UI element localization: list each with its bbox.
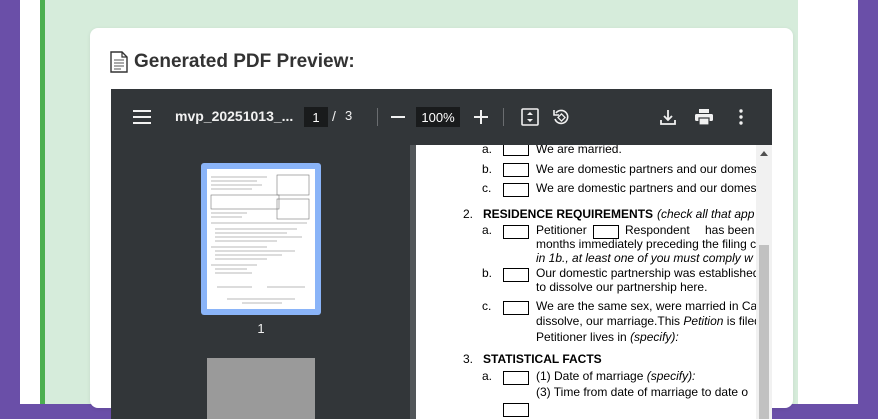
print-button[interactable] <box>694 107 714 127</box>
thumbnail-form-image <box>210 174 310 304</box>
checkbox[interactable] <box>503 225 529 239</box>
page-number-input[interactable]: 1 <box>304 107 328 127</box>
form-text: dissolve, our marriage.This Petition is … <box>536 314 756 328</box>
form-text: We are married. <box>536 145 622 156</box>
document-area: a. We are married. b. We are domestic pa… <box>410 145 772 419</box>
checkbox[interactable] <box>503 268 529 282</box>
zoom-out-button[interactable] <box>388 107 408 127</box>
form-text: We are the same sex, were married in Cal <box>536 299 756 313</box>
thumbnail-page-image <box>207 169 315 309</box>
form-text: We are domestic partners and our domes <box>536 181 756 195</box>
pdf-viewer: mvp_20251013_... 1 / 3 100% 1 a. We are … <box>111 89 772 419</box>
checkbox[interactable] <box>503 163 529 177</box>
checkbox[interactable] <box>503 403 529 417</box>
document-icon <box>110 51 128 73</box>
total-pages: 3 <box>345 108 353 123</box>
pdf-filename: mvp_20251013_... <box>175 108 294 124</box>
pdf-preview-card: Generated PDF Preview: mvp_20251013_... … <box>90 28 793 419</box>
form-text: We are domestic partners and our domes <box>536 162 756 176</box>
zoom-input[interactable]: 100% <box>416 107 460 127</box>
form-text: to dissolve our partnership here. <box>536 280 708 294</box>
checkbox[interactable] <box>503 183 529 197</box>
form-text: in 1b., at least one of you must comply … <box>536 251 753 265</box>
zoom-in-button[interactable] <box>471 107 491 127</box>
thumbnail-sidebar: 1 <box>111 145 410 419</box>
preview-heading: Generated PDF Preview: <box>110 50 355 74</box>
pdf-page: a. We are married. b. We are domestic pa… <box>416 145 756 419</box>
form-text: months immediately preceding the filing … <box>536 237 756 251</box>
section-title: RESIDENCE REQUIREMENTS <box>483 207 654 221</box>
fit-page-button[interactable] <box>520 107 540 127</box>
rotate-icon <box>553 109 569 125</box>
scroll-up-arrow-icon[interactable] <box>760 151 768 156</box>
list-label: c. <box>482 299 492 313</box>
checkbox[interactable] <box>503 301 529 315</box>
list-label: b. <box>482 266 493 280</box>
hamburger-icon <box>133 110 151 124</box>
toolbar-divider <box>377 108 378 126</box>
download-icon <box>660 110 676 125</box>
form-text: Our domestic partnership was established <box>536 266 756 280</box>
rotate-button[interactable] <box>551 107 571 127</box>
plus-icon <box>474 110 488 124</box>
form-text: (3) Time from date of marriage to date o <box>536 385 749 399</box>
page-separator: / <box>332 108 336 124</box>
list-label: a. <box>482 369 493 383</box>
minus-icon <box>391 116 405 118</box>
thumbnail-page-label: 1 <box>257 321 265 336</box>
section-title: STATISTICAL FACTS <box>483 352 602 366</box>
download-button[interactable] <box>658 107 678 127</box>
section-number: 3. <box>463 352 474 366</box>
output-panel-accent <box>40 0 45 404</box>
scrollbar-thumb[interactable] <box>759 245 769 419</box>
more-vert-icon <box>739 109 743 125</box>
form-text: Petitioner lives in (specify): <box>536 330 679 344</box>
checkbox[interactable] <box>503 371 529 385</box>
print-icon <box>695 109 713 125</box>
fit-page-icon <box>521 108 539 126</box>
page-thumbnail[interactable] <box>207 358 315 419</box>
section-note: (check all that app <box>657 207 755 221</box>
menu-button[interactable] <box>131 106 153 128</box>
preview-title: Generated PDF Preview: <box>134 51 355 72</box>
form-text: has been <box>705 223 755 237</box>
list-label: a. <box>482 223 493 237</box>
form-text: (1) Date of marriage (specify): <box>536 369 696 383</box>
more-options-button[interactable] <box>731 107 751 127</box>
section-number: 2. <box>463 207 474 221</box>
form-text: Petitioner <box>536 223 587 237</box>
toolbar-divider <box>503 108 504 126</box>
page-thumbnail-selected[interactable] <box>201 163 321 315</box>
list-label: a. <box>482 145 493 156</box>
pdf-toolbar: mvp_20251013_... 1 / 3 100% <box>111 89 772 145</box>
checkbox[interactable] <box>503 145 529 156</box>
form-text: Respondent <box>625 223 690 237</box>
list-label: c. <box>482 181 492 195</box>
list-label: b. <box>482 162 493 176</box>
